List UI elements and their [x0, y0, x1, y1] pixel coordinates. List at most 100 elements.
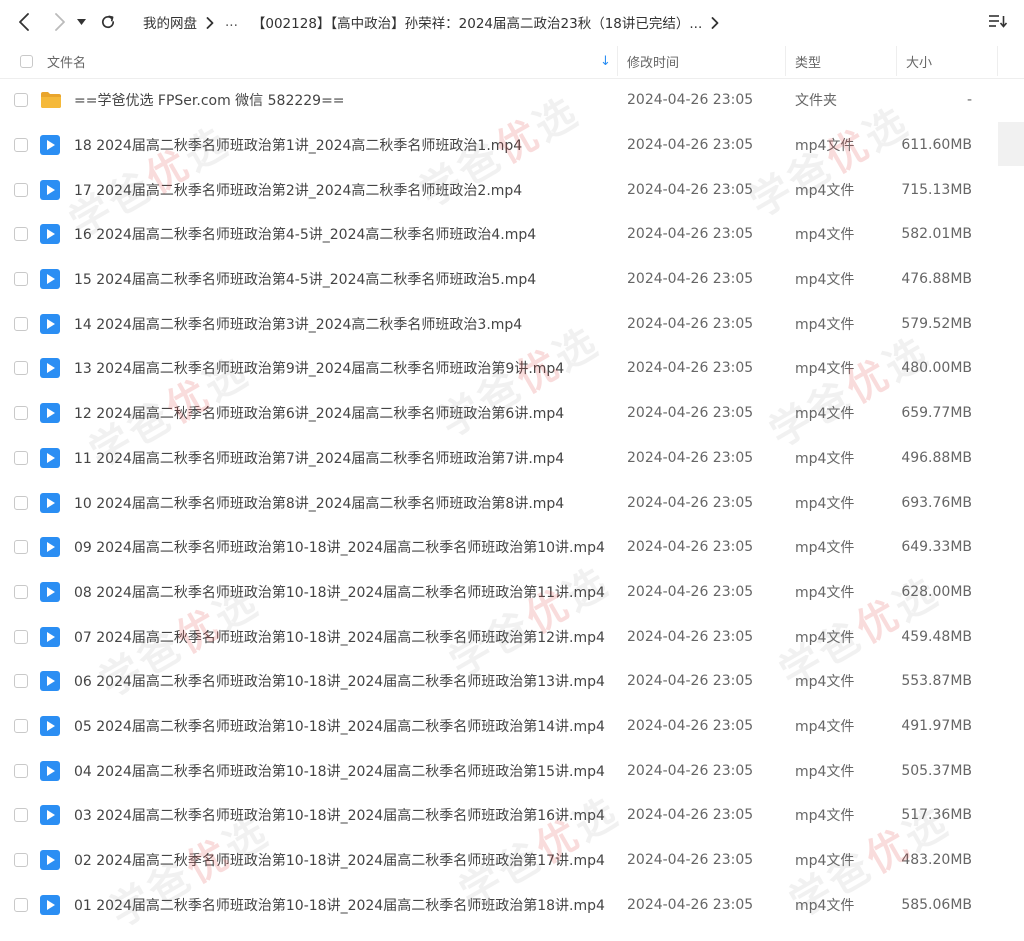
- file-type: mp4文件: [795, 853, 855, 870]
- sort-button[interactable]: [988, 13, 1010, 31]
- file-size: 649.33MB: [901, 539, 972, 556]
- file-name[interactable]: 07 2024届高二秋季名师班政治第10-18讲_2024届高二秋季名师班政治第…: [74, 614, 605, 659]
- file-type: mp4文件: [795, 138, 855, 155]
- file-name[interactable]: 16 2024届高二秋季名师班政治第4-5讲_2024高二秋季名师班政治4.mp…: [74, 212, 536, 257]
- file-row[interactable]: 11 2024届高二秋季名师班政治第7讲_2024届高二秋季名师班政治第7讲.m…: [0, 436, 1024, 481]
- file-row[interactable]: 14 2024届高二秋季名师班政治第3讲_2024高二秋季名师班政治3.mp4 2…: [0, 301, 1024, 346]
- row-checkbox[interactable]: [14, 272, 28, 287]
- back-button[interactable]: [13, 11, 35, 33]
- file-row[interactable]: 17 2024届高二秋季名师班政治第2讲_2024高二秋季名师班政治2.mp4 2…: [0, 167, 1024, 212]
- breadcrumb-current[interactable]: 【002128】【高中政治】孙荣祥：2024届高二政治23秋（18讲已完结）..…: [252, 12, 702, 32]
- row-checkbox[interactable]: [14, 450, 28, 465]
- row-checkbox[interactable]: [14, 406, 28, 421]
- row-checkbox[interactable]: [14, 361, 28, 376]
- refresh-icon: [100, 14, 116, 30]
- row-icon-cell: [40, 659, 60, 704]
- file-row[interactable]: 05 2024届高二秋季名师班政治第10-18讲_2024届高二秋季名师班政治第…: [0, 704, 1024, 749]
- row-icon-cell: [40, 391, 60, 436]
- sort-down-arrow-icon[interactable]: ↓: [600, 44, 611, 78]
- file-name[interactable]: 14 2024届高二秋季名师班政治第3讲_2024高二秋季名师班政治3.mp4: [74, 301, 522, 346]
- file-name[interactable]: ==学爸优选 FPSer.com 微信 582229==: [74, 78, 345, 123]
- breadcrumb-root[interactable]: 我的网盘: [143, 12, 197, 32]
- file-row[interactable]: 04 2024届高二秋季名师班政治第10-18讲_2024届高二秋季名师班政治第…: [0, 748, 1024, 793]
- column-divider[interactable]: [896, 46, 897, 76]
- file-name[interactable]: 17 2024届高二秋季名师班政治第2讲_2024高二秋季名师班政治2.mp4: [74, 167, 522, 212]
- file-name[interactable]: 11 2024届高二秋季名师班政治第7讲_2024届高二秋季名师班政治第7讲.m…: [74, 436, 564, 481]
- file-row[interactable]: 07 2024届高二秋季名师班政治第10-18讲_2024届高二秋季名师班政治第…: [0, 614, 1024, 659]
- file-row[interactable]: 18 2024届高二秋季名师班政治第1讲_2024高二秋季名师班政治1.mp4 2…: [0, 123, 1024, 168]
- chevron-right-icon: [206, 16, 216, 29]
- file-name[interactable]: 12 2024届高二秋季名师班政治第6讲_2024届高二秋季名师班政治第6讲.m…: [74, 391, 564, 436]
- row-icon-cell: [40, 793, 60, 838]
- row-checkbox[interactable]: [14, 853, 28, 868]
- row-checkbox[interactable]: [14, 897, 28, 912]
- file-row[interactable]: 13 2024届高二秋季名师班政治第9讲_2024届高二秋季名师班政治第9讲.m…: [0, 346, 1024, 391]
- file-row[interactable]: 06 2024届高二秋季名师班政治第10-18讲_2024届高二秋季名师班政治第…: [0, 659, 1024, 704]
- file-name[interactable]: 15 2024届高二秋季名师班政治第4-5讲_2024高二秋季名师班政治5.mp…: [74, 257, 536, 302]
- row-icon-cell: [40, 525, 60, 570]
- file-type: mp4文件: [795, 763, 855, 780]
- file-name[interactable]: 06 2024届高二秋季名师班政治第10-18讲_2024届高二秋季名师班政治第…: [74, 659, 605, 704]
- row-checkbox[interactable]: [14, 584, 28, 599]
- scrollbar-thumb[interactable]: [998, 122, 1024, 166]
- select-all-checkbox[interactable]: [20, 54, 33, 68]
- file-name[interactable]: 18 2024届高二秋季名师班政治第1讲_2024高二秋季名师班政治1.mp4: [74, 123, 522, 168]
- file-name[interactable]: 10 2024届高二秋季名师班政治第8讲_2024届高二秋季名师班政治第8讲.m…: [74, 480, 564, 525]
- file-name[interactable]: 08 2024届高二秋季名师班政治第10-18讲_2024届高二秋季名师班政治第…: [74, 570, 605, 615]
- file-row[interactable]: 12 2024届高二秋季名师班政治第6讲_2024届高二秋季名师班政治第6讲.m…: [0, 391, 1024, 436]
- video-file-icon: [40, 224, 60, 245]
- row-icon-cell: [40, 838, 60, 883]
- row-checkbox[interactable]: [14, 629, 28, 644]
- column-divider[interactable]: [617, 46, 618, 76]
- file-row[interactable]: 08 2024届高二秋季名师班政治第10-18讲_2024届高二秋季名师班政治第…: [0, 570, 1024, 615]
- file-name[interactable]: 03 2024届高二秋季名师班政治第10-18讲_2024届高二秋季名师班政治第…: [74, 793, 605, 838]
- file-row[interactable]: 03 2024届高二秋季名师班政治第10-18讲_2024届高二秋季名师班政治第…: [0, 793, 1024, 838]
- file-row[interactable]: 09 2024届高二秋季名师班政治第10-18讲_2024届高二秋季名师班政治第…: [0, 525, 1024, 570]
- row-checkbox[interactable]: [14, 808, 28, 823]
- refresh-button[interactable]: [97, 11, 119, 33]
- row-checkbox[interactable]: [14, 540, 28, 555]
- history-dropdown-button[interactable]: [74, 11, 88, 33]
- file-modified: 2024-04-26 23:05: [627, 137, 754, 154]
- row-checkbox[interactable]: [14, 138, 28, 153]
- row-checkbox[interactable]: [14, 495, 28, 510]
- column-divider[interactable]: [785, 46, 786, 76]
- row-icon-cell: [40, 480, 60, 525]
- row-checkbox[interactable]: [14, 316, 28, 331]
- file-type: mp4文件: [795, 182, 855, 199]
- file-name[interactable]: 09 2024届高二秋季名师班政治第10-18讲_2024届高二秋季名师班政治第…: [74, 525, 605, 570]
- file-row[interactable]: 15 2024届高二秋季名师班政治第4-5讲_2024高二秋季名师班政治5.mp…: [0, 257, 1024, 302]
- file-name[interactable]: 01 2024届高二秋季名师班政治第10-18讲_2024届高二秋季名师班政治第…: [74, 882, 605, 927]
- file-size: 553.87MB: [901, 673, 972, 690]
- header-size[interactable]: 大小: [906, 44, 932, 78]
- file-name[interactable]: 04 2024届高二秋季名师班政治第10-18讲_2024届高二秋季名师班政治第…: [74, 748, 605, 793]
- column-divider[interactable]: [997, 46, 998, 76]
- folder-row[interactable]: ==学爸优选 FPSer.com 微信 582229== 2024-04-26 2…: [0, 78, 1024, 123]
- row-checkbox[interactable]: [14, 718, 28, 733]
- header-modified[interactable]: 修改时间: [627, 44, 679, 78]
- file-name[interactable]: 13 2024届高二秋季名师班政治第9讲_2024届高二秋季名师班政治第9讲.m…: [74, 346, 564, 391]
- video-file-icon: [40, 269, 60, 290]
- file-row[interactable]: 01 2024届高二秋季名师班政治第10-18讲_2024届高二秋季名师班政治第…: [0, 882, 1024, 927]
- header-name[interactable]: 文件名: [47, 44, 86, 78]
- file-modified: 2024-04-26 23:05: [627, 92, 754, 109]
- breadcrumb-ellipsis[interactable]: ...: [225, 14, 238, 30]
- row-checkbox[interactable]: [14, 763, 28, 778]
- row-checkbox[interactable]: [14, 182, 28, 197]
- row-checkbox[interactable]: [14, 93, 28, 108]
- file-size: 496.88MB: [901, 449, 972, 466]
- file-name[interactable]: 02 2024届高二秋季名师班政治第10-18讲_2024届高二秋季名师班政治第…: [74, 838, 605, 883]
- file-name[interactable]: 05 2024届高二秋季名师班政治第10-18讲_2024届高二秋季名师班政治第…: [74, 704, 605, 749]
- file-row[interactable]: 02 2024届高二秋季名师班政治第10-18讲_2024届高二秋季名师班政治第…: [0, 838, 1024, 883]
- row-checkbox[interactable]: [14, 227, 28, 242]
- file-row[interactable]: 16 2024届高二秋季名师班政治第4-5讲_2024高二秋季名师班政治4.mp…: [0, 212, 1024, 257]
- row-checkbox[interactable]: [14, 674, 28, 689]
- file-type: 文件夹: [795, 93, 837, 110]
- file-type: mp4文件: [795, 808, 855, 825]
- video-file-icon: [40, 626, 60, 647]
- file-type: mp4文件: [795, 897, 855, 914]
- file-type: mp4文件: [795, 629, 855, 646]
- header-type[interactable]: 类型: [795, 44, 821, 78]
- file-row[interactable]: 10 2024届高二秋季名师班政治第8讲_2024届高二秋季名师班政治第8讲.m…: [0, 480, 1024, 525]
- forward-button[interactable]: [49, 11, 71, 33]
